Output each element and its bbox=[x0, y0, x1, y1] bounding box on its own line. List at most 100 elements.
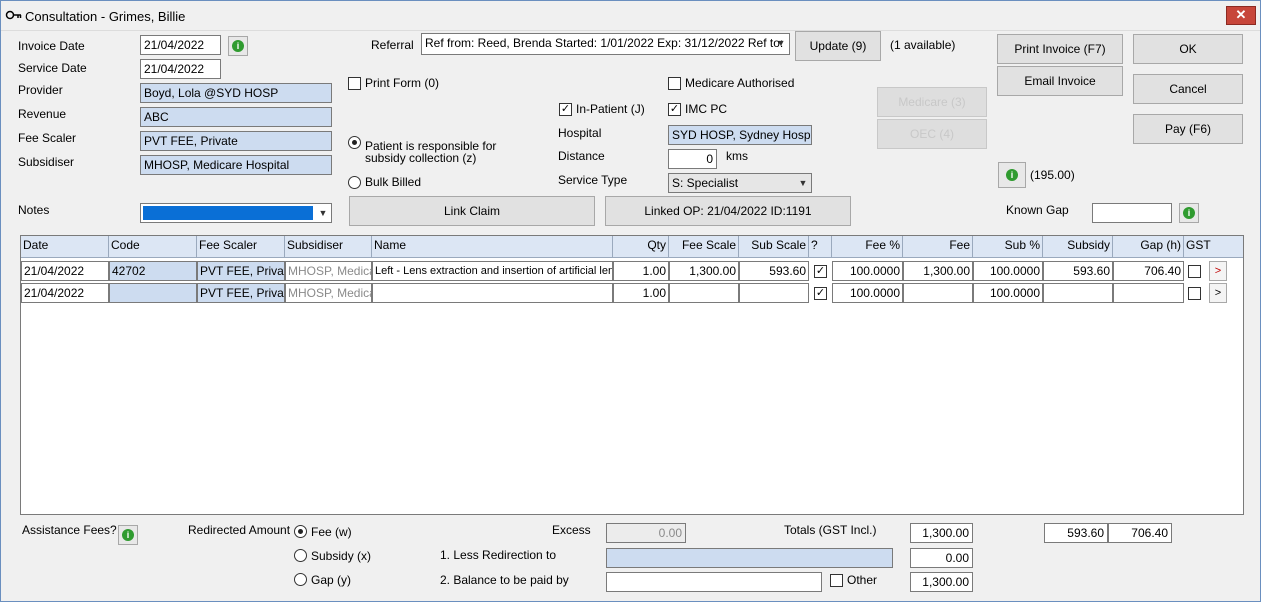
col-gap[interactable]: Gap (h) bbox=[1113, 236, 1184, 258]
balance-paid-by-field[interactable] bbox=[606, 572, 822, 592]
cell-qty[interactable]: 1.00 bbox=[613, 283, 669, 303]
total-subsidy-field[interactable]: 593.60 bbox=[1044, 523, 1108, 543]
chevron-down-icon[interactable]: ▼ bbox=[797, 177, 809, 189]
col-sub-scale[interactable]: Sub Scale bbox=[739, 236, 809, 258]
col-gst[interactable]: GST bbox=[1184, 236, 1243, 258]
col-fee-scale[interactable]: Fee Scale bbox=[669, 236, 739, 258]
chevron-down-icon[interactable]: ▼ bbox=[775, 37, 787, 49]
col-qty[interactable]: Qty bbox=[613, 236, 669, 258]
cell-subsidiser[interactable]: MHOSP, Medicare Hospital bbox=[285, 283, 372, 303]
available-text: (1 available) bbox=[890, 38, 956, 52]
oec-button[interactable]: OEC (4) bbox=[877, 119, 987, 149]
referral-label: Referral bbox=[371, 38, 414, 52]
fee-scaler-field[interactable]: PVT FEE, Private bbox=[140, 131, 332, 151]
invoice-date-info-icon[interactable]: i bbox=[228, 36, 248, 56]
subsidy-radio[interactable] bbox=[294, 549, 307, 562]
cell-fee-scaler[interactable]: PVT FEE, Private bbox=[197, 261, 285, 281]
service-type-combo[interactable]: S: Specialist ▼ bbox=[668, 173, 812, 193]
cell-fee-pct[interactable]: 100.0000 bbox=[832, 283, 903, 303]
cell-question-checkbox[interactable]: ✓ bbox=[814, 265, 827, 278]
bulk-billed-radio[interactable] bbox=[348, 176, 361, 189]
cell-gap[interactable] bbox=[1113, 283, 1184, 303]
invoice-date-field[interactable]: 21/04/2022 bbox=[140, 35, 221, 55]
cell-fee-pct[interactable]: 100.0000 bbox=[832, 261, 903, 281]
update-button[interactable]: Update (9) bbox=[795, 31, 881, 61]
cell-name[interactable] bbox=[372, 283, 613, 303]
cell-code[interactable] bbox=[109, 283, 197, 303]
col-name[interactable]: Name bbox=[372, 236, 613, 258]
print-invoice-button[interactable]: Print Invoice (F7) bbox=[997, 34, 1123, 64]
notes-combo[interactable]: ▼ bbox=[140, 203, 332, 223]
service-date-field[interactable]: 21/04/2022 bbox=[140, 59, 221, 79]
col-sub-pct[interactable]: Sub % bbox=[973, 236, 1043, 258]
redirection-to-field[interactable] bbox=[606, 548, 893, 568]
in-patient-checkbox[interactable]: ✓ bbox=[559, 103, 572, 116]
distance-field[interactable]: 0 bbox=[668, 149, 717, 169]
hospital-field[interactable]: SYD HOSP, Sydney Hospital bbox=[668, 125, 812, 145]
cell-gst-checkbox[interactable] bbox=[1188, 265, 1201, 278]
col-date[interactable]: Date bbox=[21, 236, 109, 258]
assistance-fees-info-icon[interactable]: i bbox=[118, 525, 138, 545]
cell-fee-scaler[interactable]: PVT FEE, Private bbox=[197, 283, 285, 303]
col-fee-pct[interactable]: Fee % bbox=[832, 236, 903, 258]
imc-pc-checkbox[interactable]: ✓ bbox=[668, 103, 681, 116]
col-fee[interactable]: Fee bbox=[903, 236, 973, 258]
cell-code[interactable]: 42702 bbox=[109, 261, 197, 281]
cell-sub-scale[interactable]: 593.60 bbox=[739, 261, 809, 281]
cell-date[interactable]: 21/04/2022 bbox=[21, 283, 109, 303]
cell-question-checkbox[interactable]: ✓ bbox=[814, 287, 827, 300]
link-claim-button[interactable]: Link Claim bbox=[349, 196, 595, 226]
cell-gap[interactable]: 706.40 bbox=[1113, 261, 1184, 281]
amount-info-icon[interactable]: i bbox=[998, 162, 1026, 188]
col-subsidiser[interactable]: Subsidiser bbox=[285, 236, 372, 258]
cell-gst-checkbox[interactable] bbox=[1188, 287, 1201, 300]
col-subsidy[interactable]: Subsidy bbox=[1043, 236, 1113, 258]
cell-fee[interactable] bbox=[903, 283, 973, 303]
col-fee-scaler[interactable]: Fee Scaler bbox=[197, 236, 285, 258]
col-question[interactable]: ? bbox=[809, 236, 832, 258]
subsidiser-field[interactable]: MHOSP, Medicare Hospital bbox=[140, 155, 332, 175]
provider-field[interactable]: Boyd, Lola @SYD HOSP bbox=[140, 83, 332, 103]
less-redirection-value-field[interactable]: 0.00 bbox=[910, 548, 973, 568]
revenue-field[interactable]: ABC bbox=[140, 107, 332, 127]
chevron-down-icon[interactable]: ▼ bbox=[317, 207, 329, 219]
cell-subsidiser[interactable]: MHOSP, Medicare Hospital bbox=[285, 261, 372, 281]
referral-combo[interactable]: Ref from: Reed, Brenda Started: 1/01/202… bbox=[421, 33, 790, 55]
linked-op-button[interactable]: Linked OP: 21/04/2022 ID:1191 bbox=[605, 196, 851, 226]
totals-label: Totals (GST Incl.) bbox=[784, 523, 877, 537]
cell-fee[interactable]: 1,300.00 bbox=[903, 261, 973, 281]
cell-name[interactable]: Left - Lens extraction and insertion of … bbox=[372, 261, 613, 281]
known-gap-info-icon[interactable]: i bbox=[1179, 203, 1199, 223]
title-bar: Consultation - Grimes, Billie ✕ bbox=[1, 1, 1260, 31]
cell-qty[interactable]: 1.00 bbox=[613, 261, 669, 281]
close-button[interactable]: ✕ bbox=[1226, 6, 1256, 25]
cell-subsidy[interactable] bbox=[1043, 283, 1113, 303]
cell-sub-pct[interactable]: 100.0000 bbox=[973, 261, 1043, 281]
email-invoice-button[interactable]: Email Invoice bbox=[997, 66, 1123, 96]
cell-fee-scale[interactable] bbox=[669, 283, 739, 303]
cell-fee-scale[interactable]: 1,300.00 bbox=[669, 261, 739, 281]
balance-value-field[interactable]: 1,300.00 bbox=[910, 572, 973, 592]
medicare-button[interactable]: Medicare (3) bbox=[877, 87, 987, 117]
ok-button[interactable]: OK bbox=[1133, 34, 1243, 64]
fee-radio[interactable] bbox=[294, 525, 307, 538]
print-form-checkbox[interactable] bbox=[348, 77, 361, 90]
known-gap-field[interactable] bbox=[1092, 203, 1172, 223]
row-expand-button[interactable]: > bbox=[1209, 283, 1227, 303]
cell-subsidy[interactable]: 593.60 bbox=[1043, 261, 1113, 281]
other-checkbox[interactable] bbox=[830, 574, 843, 587]
pay-button[interactable]: Pay (F6) bbox=[1133, 114, 1243, 144]
medicare-authorised-checkbox[interactable] bbox=[668, 77, 681, 90]
cell-date[interactable]: 21/04/2022 bbox=[21, 261, 109, 281]
cancel-button[interactable]: Cancel bbox=[1133, 74, 1243, 104]
total-fee-field[interactable]: 1,300.00 bbox=[910, 523, 973, 543]
total-gap-field[interactable]: 706.40 bbox=[1108, 523, 1172, 543]
cell-sub-pct[interactable]: 100.0000 bbox=[973, 283, 1043, 303]
excess-field[interactable]: 0.00 bbox=[606, 523, 686, 543]
cell-sub-scale[interactable] bbox=[739, 283, 809, 303]
gap-radio[interactable] bbox=[294, 573, 307, 586]
row-expand-button[interactable]: > bbox=[1209, 261, 1227, 281]
patient-responsible-radio[interactable] bbox=[348, 136, 361, 149]
service-date-label: Service Date bbox=[18, 61, 87, 75]
col-code[interactable]: Code bbox=[109, 236, 197, 258]
